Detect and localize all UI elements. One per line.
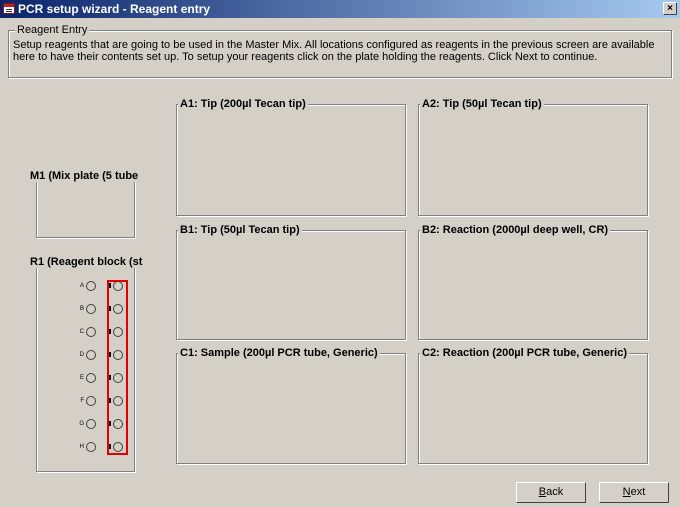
mix-plate-m1-label: M1 (Mix plate (5 tube (28, 170, 141, 182)
deck-position-b2[interactable]: B2: Reaction (2000µl deep well, CR) (418, 224, 648, 340)
row-label-b: B (79, 306, 84, 312)
deck-position-b1[interactable]: B1: Tip (50µl Tecan tip) (176, 224, 406, 340)
deck-position-a1-label: A1: Tip (200µl Tecan tip) (178, 98, 308, 110)
deck-position-a1[interactable]: A1: Tip (200µl Tecan tip) (176, 98, 406, 216)
next-button[interactable]: Next (599, 482, 669, 503)
tube-g1[interactable] (86, 419, 96, 429)
next-button-label: ext (630, 486, 646, 498)
tube-b1[interactable] (86, 304, 96, 314)
back-button-accelerator: B (538, 486, 547, 498)
tube-c1[interactable] (86, 327, 96, 337)
reagent-entry-description: Setup reagents that are going to be used… (13, 39, 655, 63)
close-button[interactable]: × (663, 2, 677, 15)
window-title: PCR setup wizard - Reagent entry (18, 2, 211, 16)
tube-h1[interactable] (86, 442, 96, 452)
deck-position-c1[interactable]: C1: Sample (200µl PCR tube, Generic) (176, 347, 406, 464)
deck-position-b1-label: B1: Tip (50µl Tecan tip) (178, 224, 302, 236)
next-button-accelerator: N (622, 486, 631, 498)
selected-column-highlight (107, 280, 128, 455)
tube-d1[interactable] (86, 350, 96, 360)
title-bar: PCR setup wizard - Reagent entry × (0, 0, 680, 18)
back-button[interactable]: Back (516, 482, 586, 503)
reagent-entry-group: Reagent Entry Setup reagents that are go… (8, 24, 672, 78)
row-label-a: A (79, 283, 84, 289)
row-label-h: H (79, 444, 84, 450)
deck-position-c2-label: C2: Reaction (200µl PCR tube, Generic) (420, 347, 629, 359)
app-icon (3, 3, 15, 14)
tube-e1[interactable] (86, 373, 96, 383)
deck-position-a2-label: A2: Tip (50µl Tecan tip) (420, 98, 544, 110)
mix-plate-m1[interactable]: M1 (Mix plate (5 tube (28, 170, 141, 238)
reagent-entry-legend: Reagent Entry (15, 24, 90, 36)
deck-position-c1-label: C1: Sample (200µl PCR tube, Generic) (178, 347, 380, 359)
row-label-e: E (79, 375, 84, 381)
reagent-block-r1-label: R1 (Reagent block (st (28, 256, 145, 268)
row-label-d: D (79, 352, 84, 358)
tube-a1[interactable] (86, 281, 96, 291)
deck-position-a2[interactable]: A2: Tip (50µl Tecan tip) (418, 98, 648, 216)
tube-f1[interactable] (86, 396, 96, 406)
deck-position-c2[interactable]: C2: Reaction (200µl PCR tube, Generic) (418, 347, 648, 464)
row-label-c: C (79, 329, 84, 335)
row-label-f: F (80, 398, 84, 404)
row-label-g: G (79, 421, 84, 427)
deck-position-b2-label: B2: Reaction (2000µl deep well, CR) (420, 224, 611, 236)
back-button-label: ack (546, 486, 564, 498)
